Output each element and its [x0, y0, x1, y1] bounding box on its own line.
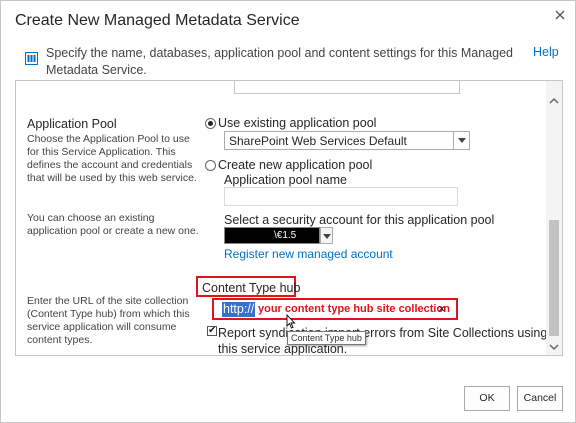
content-type-hub-url-input[interactable]: http:// your content type hub site colle… — [212, 298, 458, 320]
register-managed-account-link[interactable]: Register new managed account — [224, 247, 393, 261]
app-pool-select[interactable]: SharePoint Web Services Default — [224, 131, 470, 150]
ok-button[interactable]: OK — [464, 386, 510, 411]
security-account-label: Select a security account for this appli… — [224, 213, 495, 227]
scrollbar-thumb[interactable] — [549, 220, 559, 336]
url-prefix: http:// — [222, 302, 256, 317]
dialog-title: Create New Managed Metadata Service — [15, 12, 300, 29]
chevron-down-icon — [453, 132, 469, 149]
vertical-scrollbar[interactable] — [546, 81, 562, 355]
content-type-hub-description: Enter the URL of the site collection (Co… — [27, 295, 190, 346]
settings-scroll-area[interactable]: Application Pool Choose the Application … — [15, 80, 563, 356]
create-new-label: Create new application pool — [218, 158, 373, 172]
app-pool-description-2: You can choose an existing application p… — [27, 212, 199, 237]
tooltip: Content Type hub — [287, 331, 366, 345]
chevron-up-icon[interactable] — [549, 97, 559, 105]
chevron-down-icon[interactable] — [320, 227, 333, 244]
cancel-button[interactable]: Cancel — [517, 386, 563, 411]
create-new-radio[interactable] — [205, 160, 216, 171]
report-errors-checkbox[interactable]: ✔ — [207, 326, 217, 336]
security-account-select[interactable]: \€1.5 — [224, 227, 320, 244]
security-account-value: \€1.5 — [274, 230, 297, 241]
list-icon — [25, 52, 38, 65]
dialog-intro: Specify the name, databases, application… — [46, 46, 513, 77]
app-pool-select-value: SharePoint Web Services Default — [229, 134, 407, 148]
help-link[interactable]: Help — [533, 45, 559, 59]
chevron-down-icon[interactable] — [549, 343, 559, 351]
app-pool-heading: Application Pool — [27, 117, 117, 131]
previous-section-input — [234, 81, 460, 94]
mouse-pointer-icon — [286, 314, 296, 329]
app-pool-description: Choose the Application Pool to use for t… — [27, 133, 197, 184]
clear-icon[interactable]: × — [438, 301, 446, 316]
report-errors-label: Report syndication import errors from Si… — [218, 326, 548, 356]
pool-name-label: Application pool name — [224, 173, 347, 187]
dialog: Create New Managed Metadata Service Spec… — [0, 0, 576, 423]
use-existing-label: Use existing application pool — [218, 116, 377, 130]
close-icon[interactable] — [552, 7, 568, 23]
use-existing-radio[interactable] — [205, 118, 216, 129]
pool-name-input[interactable] — [224, 187, 458, 206]
content-type-hub-heading: Content Type hub — [202, 281, 301, 295]
